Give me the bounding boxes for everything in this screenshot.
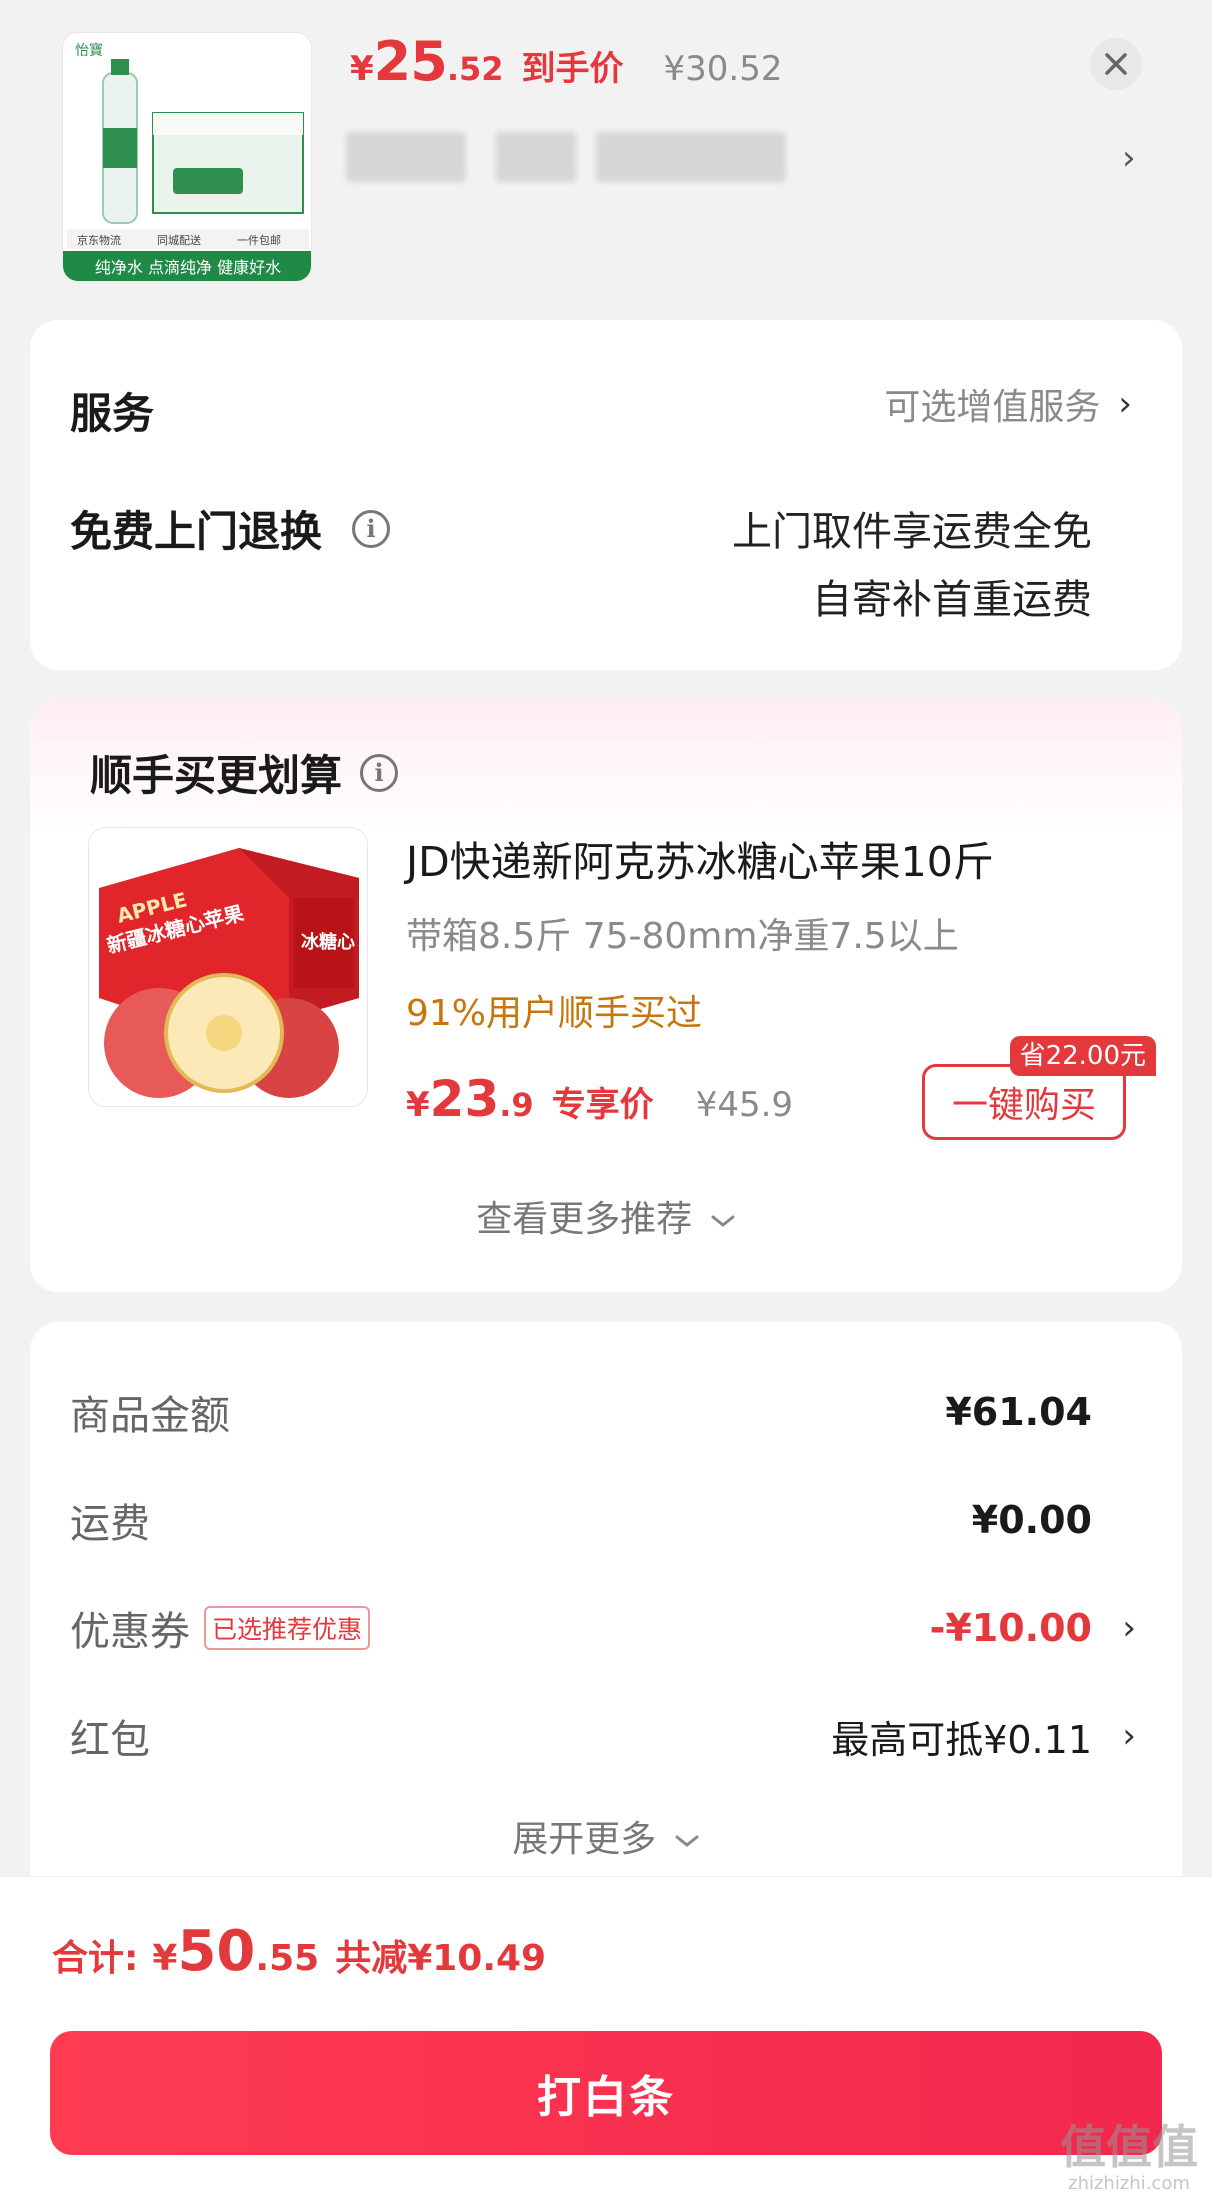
red-packet-value: 最高可抵¥0.11 — [831, 1717, 1092, 1762]
expand-more-label: 展开更多 — [512, 1819, 657, 1860]
more-recommend-label: 查看更多推荐 — [476, 1199, 693, 1240]
svg-text:纯净水 点滴纯净 健康好水: 纯净水 点滴纯净 健康好水 — [95, 258, 281, 277]
chevron-down-icon — [711, 1215, 735, 1227]
original-price: ¥30.52 — [663, 49, 783, 89]
recommend-price-decimal: .9 — [499, 1086, 534, 1124]
recommend-product-spec: 带箱8.5斤 75-80mm净重7.5以上 — [406, 916, 959, 957]
price-decimal: .52 — [446, 50, 504, 88]
info-icon[interactable]: i — [360, 753, 399, 792]
expand-more-link[interactable]: 展开更多 — [30, 1810, 1182, 1862]
recommend-price-integer: 23 — [429, 1070, 500, 1128]
recommend-original-price: ¥45.9 — [695, 1085, 794, 1125]
recommend-price-tag: 专享价 — [551, 1085, 654, 1125]
close-button[interactable] — [1090, 38, 1142, 90]
chevron-down-icon — [675, 1835, 699, 1847]
service-card: 服务 可选增值服务 › 免费上门退换 i 上门取件享运费全免 自寄补首重运费 — [30, 320, 1182, 670]
recommend-title-row: 顺手买更划算 i — [90, 742, 399, 803]
recommend-product-image[interactable]: APPLE 新疆冰糖心苹果 冰糖心 — [88, 827, 368, 1107]
total-row: 合计: ¥ 50 .55 共减¥10.49 — [52, 1919, 546, 1984]
chevron-right-icon: › — [1122, 1716, 1136, 1756]
more-recommend-link[interactable]: 查看更多推荐 — [30, 1190, 1182, 1242]
currency-symbol: ¥ — [406, 1085, 430, 1125]
blurred-product-title — [346, 132, 786, 182]
coupon-row[interactable]: 优惠券 已选推荐优惠 -¥10.00 › — [70, 1598, 1182, 1658]
close-icon — [1105, 53, 1127, 75]
shipping-value: ¥0.00 — [971, 1498, 1092, 1542]
chevron-right-icon[interactable]: › — [1122, 138, 1136, 178]
red-packet-row[interactable]: 红包 最高可抵¥0.11 › — [70, 1706, 1182, 1766]
save-badge: 省22.00元 — [1009, 1036, 1156, 1076]
service-title: 服务 — [70, 389, 155, 438]
total-label: 合计: — [52, 1938, 139, 1979]
svg-text:京东物流: 京东物流 — [77, 233, 121, 247]
coupon-selected-tag: 已选推荐优惠 — [204, 1606, 371, 1650]
free-return-desc: 上门取件享运费全免 自寄补首重运费 — [732, 498, 1092, 634]
watermark: 值值值 zhizhizhi.com — [1060, 2111, 1198, 2192]
apple-box-image: APPLE 新疆冰糖心苹果 冰糖心 — [89, 828, 367, 1106]
free-return-row: 免费上门退换 i — [70, 498, 391, 559]
price-row: ¥ 25 .52 到手价 ¥30.52 — [350, 30, 782, 100]
total-decimal: .55 — [255, 1938, 320, 1979]
optional-service-link[interactable]: 可选增值服务 › — [884, 378, 1132, 430]
red-packet-label: 红包 — [70, 1717, 150, 1763]
info-icon[interactable]: i — [352, 509, 391, 548]
svg-text:同城配送: 同城配送 — [157, 233, 201, 247]
recommend-price-row: ¥ 23 .9 专享价 ¥45.9 — [406, 1070, 793, 1128]
pay-button[interactable]: 打白条 — [50, 2031, 1162, 2155]
chevron-right-icon: › — [1118, 384, 1132, 424]
coupon-label: 优惠券 — [70, 1609, 190, 1655]
chevron-right-icon: › — [1122, 1608, 1136, 1648]
price-integer: 25 — [373, 30, 448, 93]
goods-amount-label: 商品金额 — [70, 1393, 230, 1439]
one-click-buy: 一键购买 省22.00元 — [922, 1036, 1156, 1141]
shipping-row: 运费 ¥0.00 — [70, 1490, 1182, 1550]
coupon-value: -¥10.00 — [929, 1606, 1092, 1650]
watermark-url: zhizhizhi.com — [1068, 2173, 1190, 2192]
price-tag: 到手价 — [521, 49, 624, 89]
goods-amount-value: ¥61.04 — [945, 1390, 1092, 1434]
goods-amount-row: 商品金额 ¥61.04 — [70, 1382, 1182, 1442]
free-return-title: 免费上门退换 — [70, 507, 323, 556]
watermark-main: 值值值 — [1060, 2120, 1198, 2174]
free-return-line2: 自寄补首重运费 — [812, 577, 1092, 623]
optional-service-label: 可选增值服务 — [884, 387, 1101, 428]
fee-card: 商品金额 ¥61.04 运费 ¥0.00 优惠券 已选推荐优惠 -¥10.00 … — [30, 1322, 1182, 1882]
recommend-buy-rate: 91%用户顺手买过 — [406, 993, 703, 1034]
shipping-label: 运费 — [70, 1501, 150, 1547]
water-product-image: 怡寶 京东物流 同城配送 一件包邮 纯净水 点滴纯净 健康好水 — [63, 33, 311, 281]
svg-text:一件包邮: 一件包邮 — [237, 234, 281, 247]
checkout-bar: 合计: ¥ 50 .55 共减¥10.49 打白条 值值值 zhizhizhi.… — [0, 1876, 1212, 2192]
total-integer: 50 — [177, 1919, 256, 1984]
product-thumbnail[interactable]: 怡寶 京东物流 同城配送 一件包邮 纯净水 点滴纯净 健康好水 — [62, 32, 312, 282]
recommend-card: 顺手买更划算 i APPLE 新疆冰糖心苹果 冰糖心 JD快递新阿克苏冰糖心苹果… — [30, 700, 1182, 1292]
currency-symbol: ¥ — [350, 49, 374, 89]
recommend-product-name[interactable]: JD快递新阿克苏冰糖心苹果10斤 — [406, 828, 994, 888]
svg-text:冰糖心: 冰糖心 — [301, 931, 355, 953]
free-return-line1: 上门取件享运费全免 — [732, 509, 1092, 555]
currency-symbol: ¥ — [152, 1938, 178, 1979]
total-saved: 共减¥10.49 — [335, 1938, 547, 1979]
product-header: 怡寶 京东物流 同城配送 一件包邮 纯净水 点滴纯净 健康好水 ¥ 25 .52… — [0, 0, 1212, 318]
brand-logo-text: 怡寶 — [75, 43, 103, 59]
recommend-title: 顺手买更划算 — [90, 751, 343, 800]
